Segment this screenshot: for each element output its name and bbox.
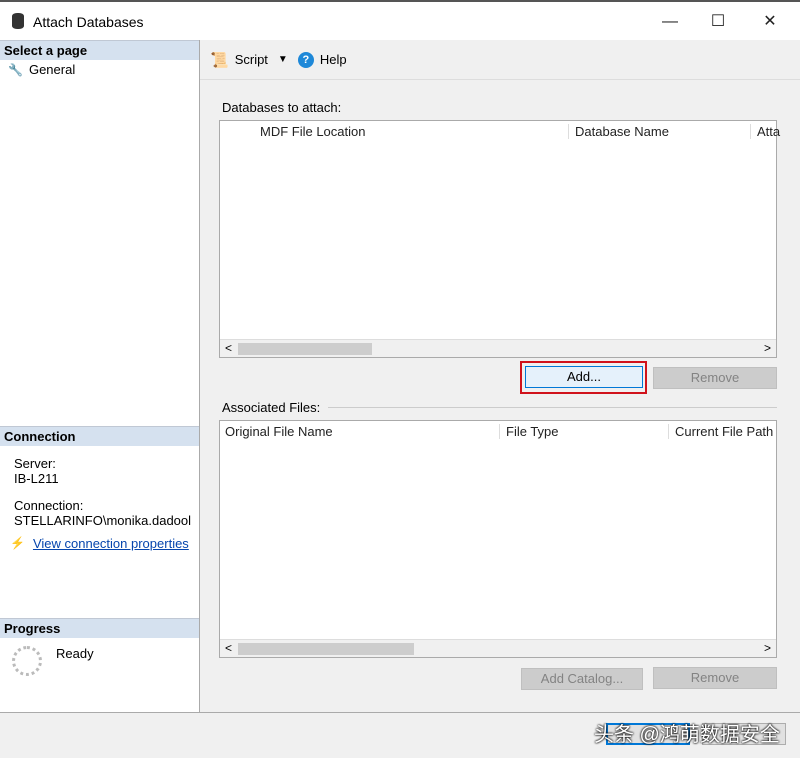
watermark: 头条 @鸿萌数据安全 [594,724,780,746]
scroll-right-icon[interactable]: > [764,641,771,655]
column-header[interactable]: Database Name [568,124,669,139]
connection-header: Connection [0,426,199,446]
select-page-header: Select a page [0,40,199,60]
scroll-left-icon[interactable]: < [225,341,232,355]
column-header[interactable]: MDF File Location [260,124,365,139]
script-dropdown-icon[interactable]: ▼ [278,54,288,65]
toolbar: 📜 Script ▼ ? Help [200,40,800,80]
connection-label: Connection: [14,498,84,513]
horizontal-scrollbar[interactable]: < > [220,339,776,357]
add-button[interactable]: Add... [525,366,643,388]
sidebar-item-label: General [28,62,76,77]
databases-label: Databases to attach: [222,100,342,115]
remove-files-button[interactable]: Remove [653,667,777,689]
help-icon: ? [297,51,314,68]
server-value: IB-L211 [14,471,59,486]
title-bar: Attach Databases — ☐ ✕ [0,0,800,40]
maximize-button[interactable]: ☐ [703,10,733,34]
remove-button[interactable]: Remove [653,367,777,389]
view-connection-properties-link[interactable]: View connection properties [33,536,189,551]
script-button[interactable]: Script [235,52,268,67]
server-label: Server: [14,456,56,471]
scroll-left-icon[interactable]: < [225,641,232,655]
sidebar-item-general[interactable]: 🔧 General [0,60,199,79]
help-button[interactable]: Help [320,52,347,67]
progress-status: Ready [56,646,94,661]
column-header[interactable]: Atta [750,124,780,139]
database-icon [12,13,24,29]
column-header[interactable]: File Type [499,424,559,439]
column-header[interactable]: Original File Name [225,424,333,439]
add-catalog-button[interactable]: Add Catalog... [521,668,643,690]
progress-header: Progress [0,618,199,638]
scroll-right-icon[interactable]: > [764,341,771,355]
spinner-icon [12,646,42,676]
plug-icon: ⚡ [10,536,25,550]
databases-grid[interactable]: MDF File Location Database Name Atta < > [219,120,780,358]
associated-files-label: Associated Files: [222,400,321,415]
main-panel: 📜 Script ▼ ? Help Databases to attach: M… [200,40,800,712]
horizontal-scrollbar[interactable]: < > [220,639,776,657]
associated-files-grid[interactable]: Original File Name File Type Current Fil… [219,420,777,658]
minimize-button[interactable]: — [655,10,685,34]
column-header[interactable]: Current File Path [668,424,773,439]
connection-value: STELLARINFO\monika.dadool [14,513,192,528]
sidebar: Select a page 🔧 General Connection Serve… [0,40,200,712]
script-icon: 📜 [210,51,229,69]
close-button[interactable]: ✕ [755,10,785,34]
window-title: Attach Databases [33,14,144,30]
wrench-icon: 🔧 [8,62,23,77]
